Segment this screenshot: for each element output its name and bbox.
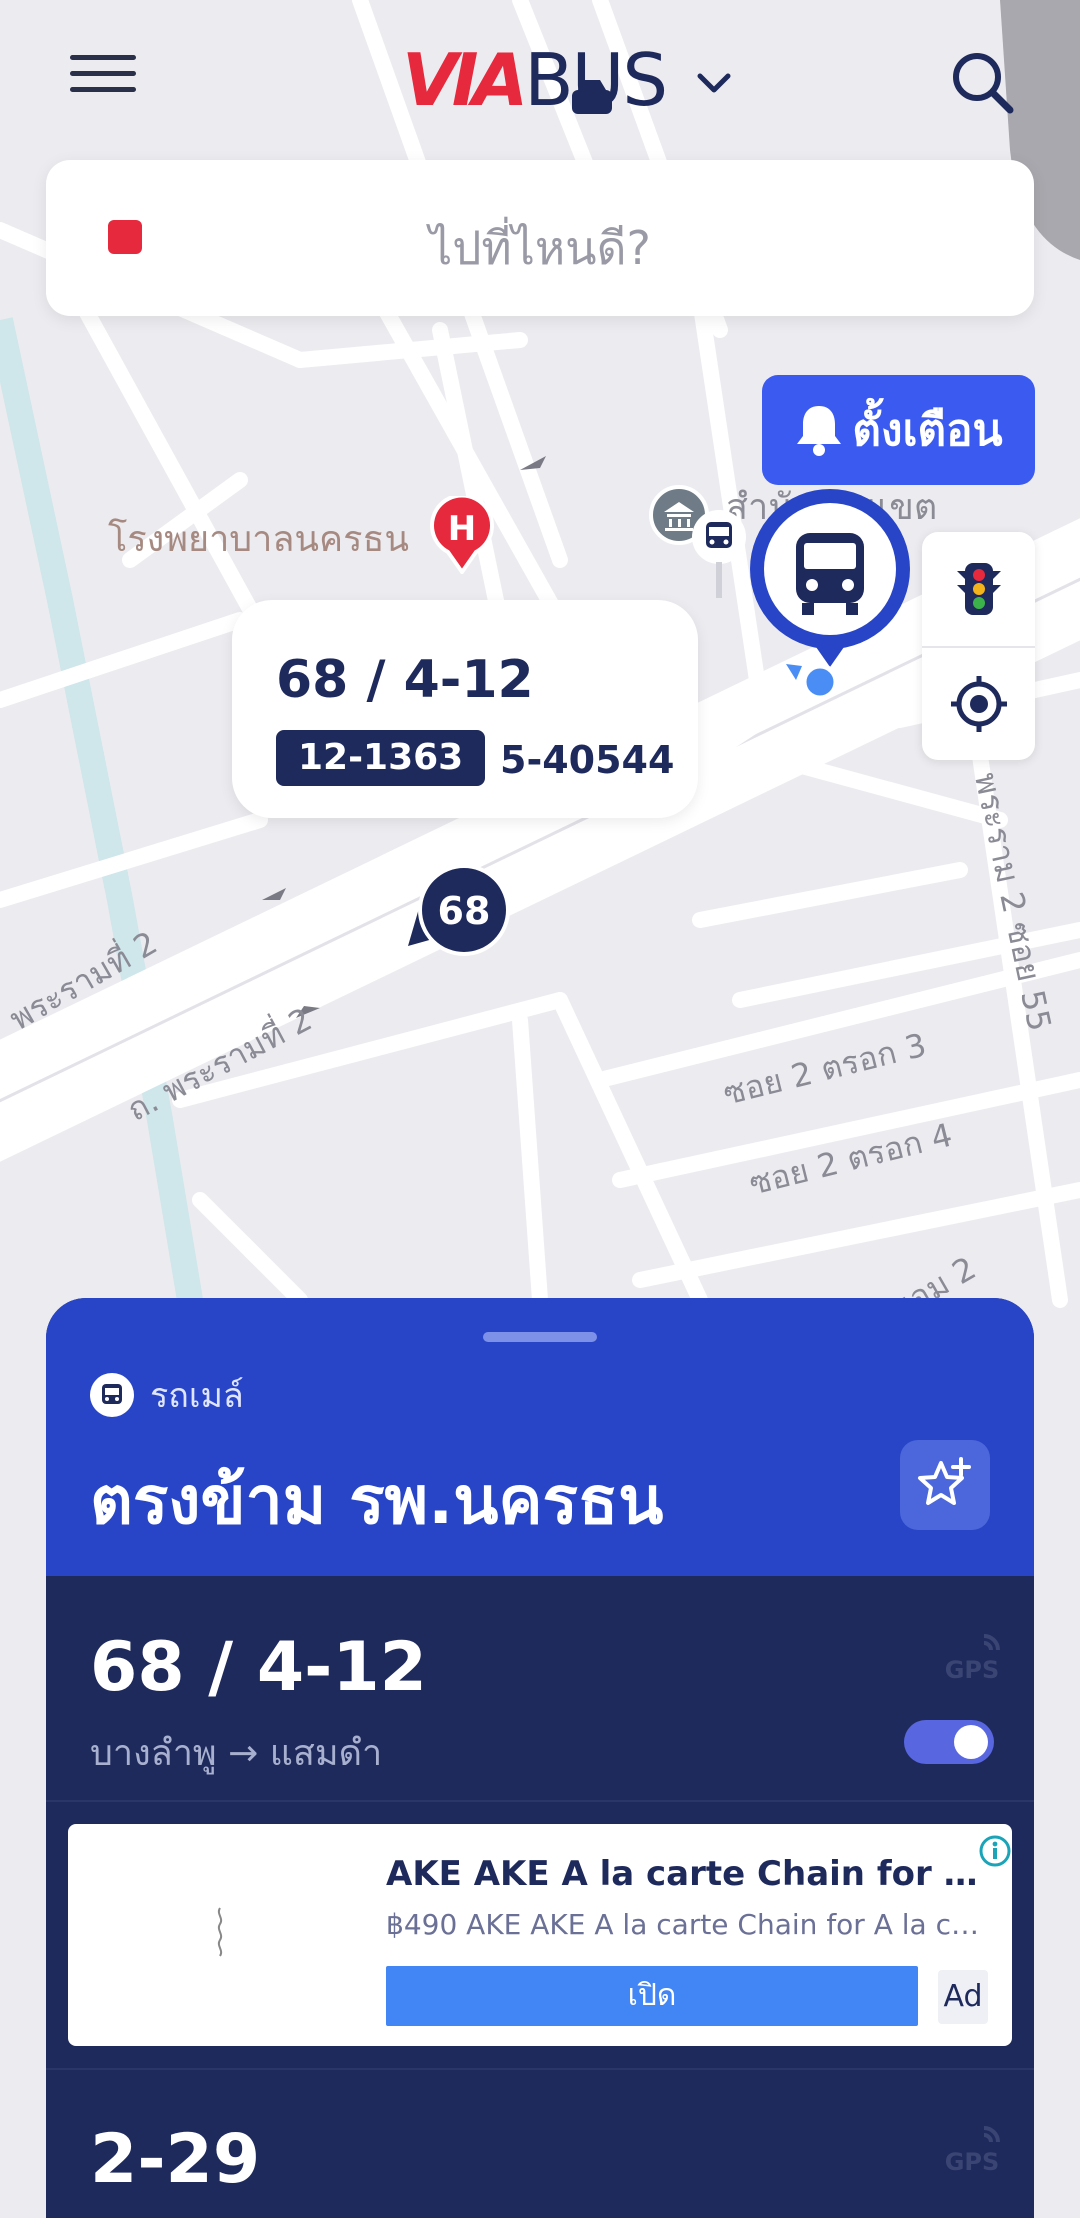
menu-button[interactable] [70, 55, 136, 105]
vehicle-info-bubble[interactable]: 68 / 4-12 12-1363 5-40544 [232, 600, 698, 818]
hospital-label: โรงพยาบาลนครธน [108, 519, 410, 560]
divider [46, 1800, 1034, 1802]
ad-open-button[interactable]: เปิด [386, 1966, 918, 2026]
gps-label: GPS [945, 1656, 1000, 1682]
menu-icon-bar [70, 71, 136, 76]
gps-icon: GPS [945, 2126, 1000, 2176]
gps-indicator: GPS [940, 2124, 1004, 2181]
ad-title[interactable]: AKE AKE A la carte Chain for A la... [386, 1854, 986, 1894]
bubble-code: 5-40544 [500, 738, 675, 782]
route-marker-label: 68 [438, 889, 491, 933]
locate-icon [950, 676, 1007, 732]
route-number: 68 / 4-12 [90, 1628, 427, 1707]
set-alert-label: ตั้งเตือน [852, 405, 1003, 456]
chevron-down-icon[interactable] [696, 71, 732, 95]
search-icon[interactable] [950, 50, 1016, 116]
destination-search[interactable]: ไปที่ไหนดี? [46, 160, 1034, 316]
stop-type-label: รถเมล์ [150, 1376, 244, 1416]
bus-location-icon[interactable] [740, 487, 920, 667]
ad-description: ฿490 AKE AKE A la carte Chain for A la c… [386, 1908, 986, 1941]
gps-indicator: GPS [940, 1632, 1004, 1689]
sheet-drag-handle[interactable] [483, 1332, 597, 1342]
route-marker-icon[interactable]: 68 [408, 862, 514, 968]
stop-detail-sheet[interactable]: รถเมล์ ตรงข้าม รพ.นครธน 68 / 4-12 บางลำพ… [46, 1298, 1034, 2218]
logo-via: VIA [402, 38, 528, 122]
route-row[interactable]: 68 / 4-12 บางลำพู → แสมดำ GPS [46, 1576, 1034, 1806]
bubble-route: 68 / 4-12 [276, 650, 534, 710]
route-number: 2-29 [90, 2120, 261, 2199]
hospital-marker-icon[interactable]: H [430, 496, 494, 574]
hospital-marker-letter: H [448, 509, 476, 549]
set-alert-button[interactable]: ตั้งเตือน [762, 375, 1035, 485]
bus-icon [90, 1373, 134, 1417]
route-alert-toggle[interactable] [904, 1720, 994, 1764]
logo-bus: BUS [524, 38, 668, 122]
menu-icon-bar [70, 55, 136, 60]
traffic-light-icon [956, 563, 1001, 615]
bell-icon [797, 406, 842, 456]
route-row[interactable]: 2-29 GPS [46, 2068, 1034, 2218]
user-location-icon [786, 663, 839, 701]
stop-title: ตรงข้าม รพ.นครธน [90, 1462, 664, 1539]
star-plus-icon [918, 1457, 971, 1505]
add-favorite-button[interactable] [900, 1440, 990, 1530]
app-logo[interactable]: VIA BUS [402, 38, 732, 122]
traffic-toggle[interactable] [922, 532, 1035, 646]
menu-icon-bar [70, 87, 136, 92]
map-controls [922, 532, 1035, 760]
info-icon[interactable] [978, 1834, 1012, 1868]
destination-placeholder: ไปที่ไหนดี? [429, 221, 651, 275]
route-direction: บางลำพู → แสมดำ [90, 1733, 383, 1774]
bubble-plate: 12-1363 [276, 730, 486, 786]
stop-type: รถเมล์ [90, 1368, 244, 1422]
ad-tag: Ad [938, 1970, 988, 2024]
sheet-header: รถเมล์ ตรงข้าม รพ.นครธน [46, 1298, 1034, 1576]
ad-product-image [217, 1907, 223, 1957]
gps-label: GPS [945, 2148, 1000, 2174]
gps-icon: GPS [945, 1634, 1000, 1684]
ad-banner[interactable]: AKE AKE A la carte Chain for A la... ฿49… [68, 1824, 1012, 2046]
locate-button[interactable] [922, 646, 1035, 760]
toggle-knob [954, 1725, 988, 1759]
